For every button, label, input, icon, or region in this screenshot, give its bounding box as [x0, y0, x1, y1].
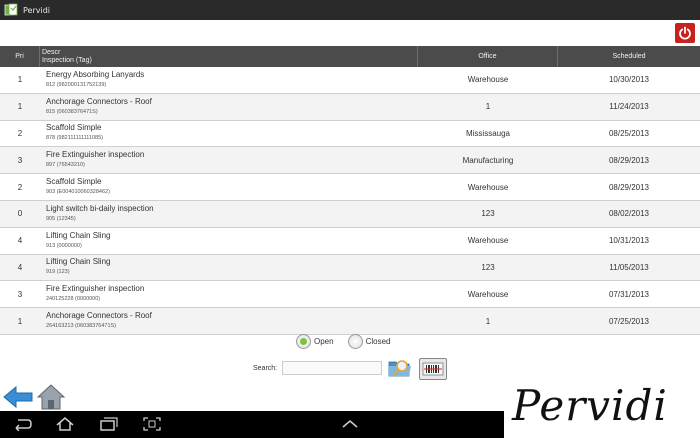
cell-title: Energy Absorbing Lanyards — [46, 69, 145, 79]
folder-search-icon — [388, 360, 411, 377]
cell-scheduled: 07/31/2013 — [608, 289, 650, 299]
cell-pri: 1 — [17, 75, 23, 85]
table-row[interactable]: 4 Lifting Chain Sling 913 (0000000) Wareh… — [0, 228, 700, 255]
cell-pri: 3 — [17, 155, 23, 165]
status-filter: Open Closed — [296, 334, 390, 349]
cell-tag: 903 (E004010060328462) — [46, 189, 110, 196]
table-row[interactable]: 2 Scaffold Simple 903 (E004010060328462) … — [0, 174, 700, 201]
cell-office: 123 — [481, 209, 495, 219]
cell-pri: 2 — [17, 182, 23, 192]
nav-back-icon[interactable] — [12, 417, 32, 431]
cell-office: Warehouse — [467, 236, 509, 246]
cell-tag: 815 (06038376471S) — [46, 108, 98, 115]
cell-scheduled: 11/05/2013 — [609, 262, 649, 272]
radio-closed[interactable]: Closed — [347, 334, 391, 349]
radio-selected-dot — [300, 338, 307, 345]
header-office[interactable]: Office — [418, 46, 558, 67]
back-arrow-icon — [3, 385, 33, 409]
cell-scheduled: 07/25/2013 — [608, 316, 650, 326]
cell-title: Light switch bi-daily inspection — [46, 203, 154, 213]
cell-title: Scaffold Simple — [46, 123, 102, 133]
cell-office: 123 — [481, 262, 495, 272]
cell-title: Anchorage Connectors - Roof — [46, 311, 152, 321]
cell-pri: 4 — [17, 262, 23, 272]
search-input[interactable] — [282, 361, 382, 375]
cell-office: Warehouse — [467, 75, 509, 85]
table-body: 1 Energy Absorbing Lanyards 812 (98200013… — [0, 67, 700, 335]
cell-title: Scaffold Simple — [46, 177, 102, 187]
home-button[interactable] — [36, 383, 66, 411]
cell-office: 1 — [485, 102, 491, 112]
header-inspection-label: Inspection (Tag) — [42, 56, 92, 64]
cell-scheduled: 08/29/2013 — [608, 155, 650, 165]
title-bar: Pervidi — [0, 0, 700, 20]
barcode-scan-button[interactable] — [419, 358, 447, 380]
cell-tag: 812 (982000131752139) — [46, 81, 107, 88]
table-header: Pri Descr Inspection (Tag) Office Schedu… — [0, 46, 700, 67]
nav-home-icon[interactable] — [55, 417, 75, 431]
cell-tag: 905 (12345) — [46, 215, 76, 222]
cell-scheduled: 08/25/2013 — [608, 128, 650, 138]
radio-open-label[interactable]: Open — [314, 337, 334, 346]
table-row[interactable]: 3 Fire Extinguisher inspection 897 (76543… — [0, 147, 700, 175]
back-button[interactable] — [2, 385, 34, 409]
nav-recent-apps-icon[interactable] — [98, 417, 118, 431]
nav-screenshot-icon[interactable] — [142, 417, 162, 431]
nav-chevron-up-icon[interactable] — [340, 417, 360, 431]
cell-pri: 0 — [17, 209, 23, 219]
cell-pri: 1 — [17, 102, 23, 112]
table-row[interactable]: 0 Light switch bi-daily inspection 905 (1… — [0, 200, 700, 228]
header-descr-label: Descr — [42, 48, 61, 56]
app-icon — [4, 3, 18, 16]
logo-text: Pervidi — [512, 381, 668, 430]
power-button[interactable] — [675, 23, 695, 43]
table-row[interactable]: 1 Energy Absorbing Lanyards 812 (98200013… — [0, 67, 700, 94]
cell-title: Fire Extinguisher inspection — [46, 284, 145, 294]
cell-tag: 878 (982111111111085) — [46, 135, 103, 142]
cell-tag: 919 (123) — [46, 269, 70, 276]
table-row[interactable]: 2 Scaffold Simple 878 (982111111111085) M… — [0, 121, 700, 148]
cell-title: Lifting Chain Sling — [46, 230, 111, 240]
radio-open[interactable]: Open — [296, 334, 334, 349]
radio-open-circle[interactable] — [296, 334, 311, 349]
table-row[interactable]: 1 Anchorage Connectors - Roof 815 (060383… — [0, 93, 700, 121]
cell-title: Anchorage Connectors - Roof — [46, 96, 152, 106]
table-row[interactable]: 3 Fire Extinguisher inspection 240125228 … — [0, 281, 700, 309]
folder-search-button[interactable] — [387, 355, 413, 381]
cell-office: Manufacturing — [462, 155, 514, 165]
power-icon — [679, 26, 691, 40]
table-row[interactable]: 4 Lifting Chain Sling 919 (123) 123 11/05… — [0, 254, 700, 282]
cell-scheduled: 08/02/2013 — [608, 209, 650, 219]
cell-pri: 2 — [17, 128, 23, 138]
cell-office: Mississauga — [465, 128, 510, 138]
cell-scheduled: 10/31/2013 — [608, 236, 650, 246]
cell-pri: 1 — [17, 316, 23, 326]
cell-tag: 240125228 (0000000) — [46, 296, 101, 303]
header-descr[interactable]: Descr Inspection (Tag) — [40, 46, 418, 67]
cell-pri: 4 — [17, 236, 23, 246]
cell-scheduled: 11/24/2013 — [609, 102, 649, 112]
cell-scheduled: 10/30/2013 — [608, 75, 650, 85]
cell-title: Lifting Chain Sling — [46, 257, 111, 267]
header-pri[interactable]: Pri — [0, 46, 40, 67]
cell-tag: 913 (0000000) — [46, 242, 82, 249]
cell-pri: 3 — [17, 289, 23, 299]
cell-scheduled: 08/29/2013 — [608, 182, 650, 192]
pervidi-logo: Pervidi — [504, 379, 700, 438]
inspection-table: Pri Descr Inspection (Tag) Office Schedu… — [0, 46, 700, 335]
search-label: Search: — [253, 365, 278, 372]
radio-closed-label[interactable]: Closed — [366, 337, 391, 346]
table-row[interactable]: 1 Anchorage Connectors - Roof 264163213 (… — [0, 308, 700, 335]
cell-office: 1 — [485, 316, 491, 326]
cell-office: Warehouse — [467, 182, 509, 192]
cell-office: Warehouse — [467, 289, 509, 299]
barcode-scan-icon — [422, 362, 444, 376]
header-scheduled[interactable]: Scheduled — [558, 46, 700, 67]
radio-closed-circle[interactable] — [347, 334, 363, 349]
cell-tag: 897 (76543210) — [46, 162, 85, 169]
cell-title: Fire Extinguisher inspection — [46, 150, 145, 160]
window-title: Pervidi — [23, 5, 51, 15]
home-icon — [36, 384, 66, 410]
cell-tag: 264163213 (06038376471S) — [46, 323, 117, 330]
